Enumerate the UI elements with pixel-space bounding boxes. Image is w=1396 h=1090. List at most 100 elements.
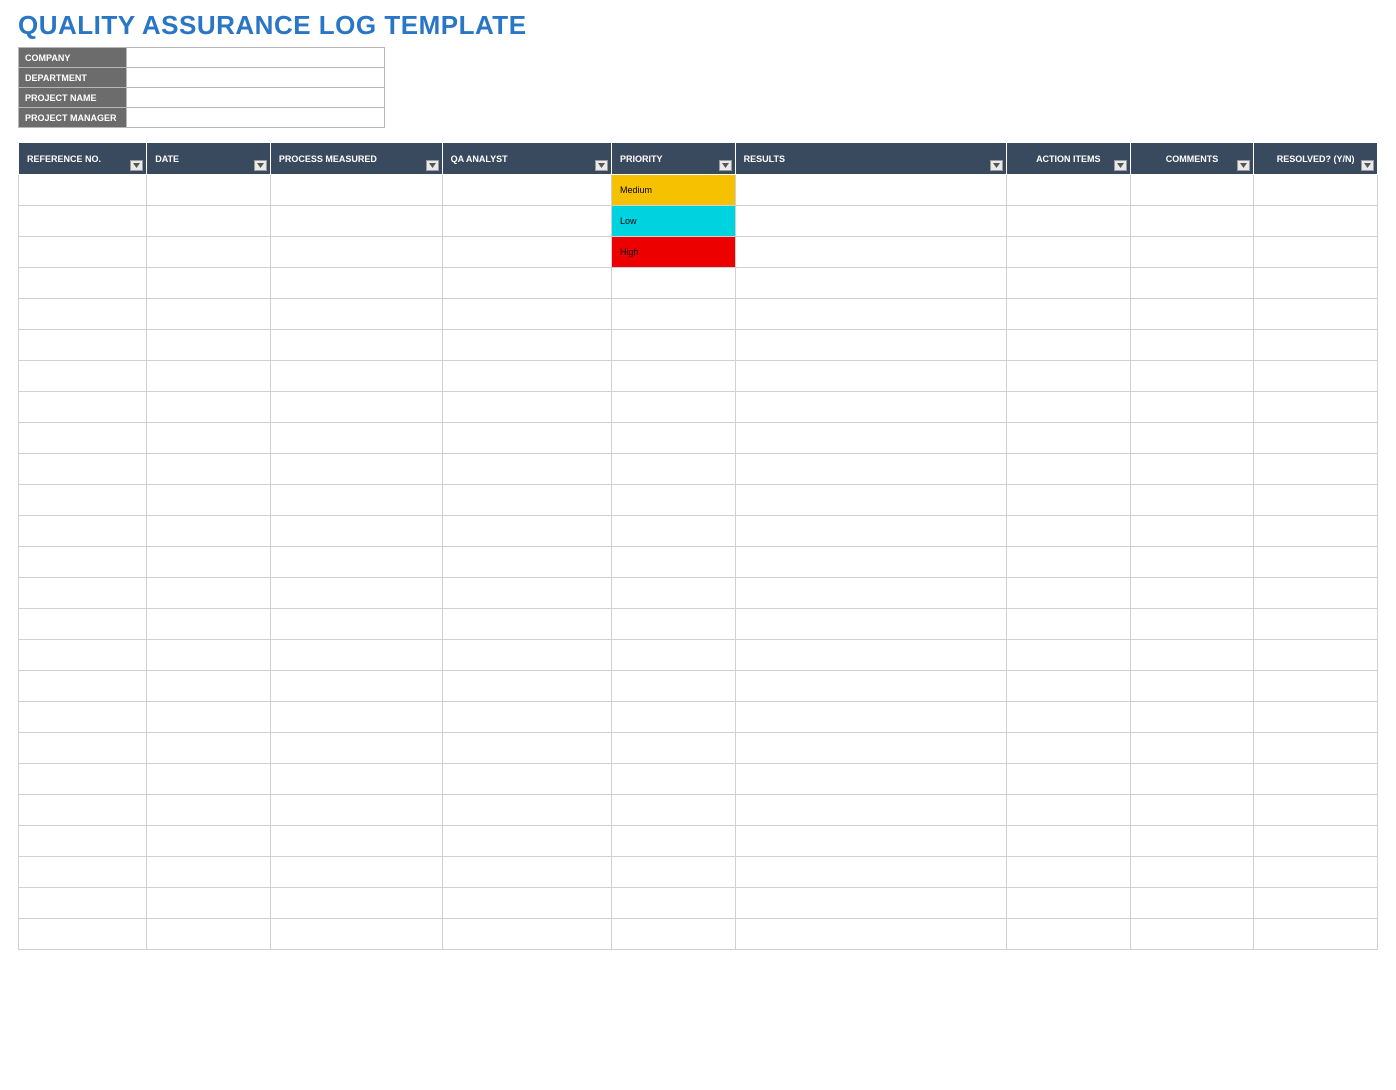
cell-reference_no[interactable] xyxy=(19,268,147,299)
cell-process_measured[interactable] xyxy=(270,640,442,671)
cell-priority[interactable] xyxy=(612,330,736,361)
cell-action_items[interactable] xyxy=(1007,299,1131,330)
cell-qa_analyst[interactable] xyxy=(442,485,611,516)
cell-action_items[interactable] xyxy=(1007,671,1131,702)
cell-qa_analyst[interactable] xyxy=(442,919,611,950)
cell-reference_no[interactable] xyxy=(19,206,147,237)
cell-comments[interactable] xyxy=(1130,578,1254,609)
cell-process_measured[interactable] xyxy=(270,671,442,702)
meta-value[interactable] xyxy=(127,68,385,88)
meta-value[interactable] xyxy=(127,48,385,68)
filter-dropdown-icon[interactable] xyxy=(719,160,732,171)
cell-action_items[interactable] xyxy=(1007,826,1131,857)
meta-value[interactable] xyxy=(127,88,385,108)
cell-date[interactable] xyxy=(147,671,271,702)
cell-priority[interactable] xyxy=(612,516,736,547)
cell-reference_no[interactable] xyxy=(19,175,147,206)
cell-date[interactable] xyxy=(147,640,271,671)
cell-reference_no[interactable] xyxy=(19,392,147,423)
cell-comments[interactable] xyxy=(1130,702,1254,733)
cell-resolved[interactable] xyxy=(1254,485,1378,516)
cell-reference_no[interactable] xyxy=(19,733,147,764)
cell-process_measured[interactable] xyxy=(270,454,442,485)
cell-reference_no[interactable] xyxy=(19,578,147,609)
cell-date[interactable] xyxy=(147,733,271,764)
cell-qa_analyst[interactable] xyxy=(442,330,611,361)
cell-results[interactable] xyxy=(735,237,1006,268)
cell-date[interactable] xyxy=(147,888,271,919)
cell-reference_no[interactable] xyxy=(19,795,147,826)
cell-results[interactable] xyxy=(735,454,1006,485)
cell-action_items[interactable] xyxy=(1007,361,1131,392)
cell-qa_analyst[interactable] xyxy=(442,237,611,268)
cell-date[interactable] xyxy=(147,392,271,423)
cell-resolved[interactable] xyxy=(1254,547,1378,578)
cell-process_measured[interactable] xyxy=(270,423,442,454)
cell-action_items[interactable] xyxy=(1007,578,1131,609)
cell-resolved[interactable] xyxy=(1254,795,1378,826)
cell-priority[interactable] xyxy=(612,454,736,485)
cell-comments[interactable] xyxy=(1130,299,1254,330)
cell-comments[interactable] xyxy=(1130,795,1254,826)
cell-resolved[interactable] xyxy=(1254,423,1378,454)
cell-process_measured[interactable] xyxy=(270,392,442,423)
cell-qa_analyst[interactable] xyxy=(442,578,611,609)
cell-qa_analyst[interactable] xyxy=(442,361,611,392)
cell-resolved[interactable] xyxy=(1254,361,1378,392)
column-header[interactable]: DATE xyxy=(147,143,271,175)
cell-results[interactable] xyxy=(735,485,1006,516)
cell-process_measured[interactable] xyxy=(270,578,442,609)
cell-results[interactable] xyxy=(735,826,1006,857)
cell-priority[interactable] xyxy=(612,423,736,454)
cell-action_items[interactable] xyxy=(1007,392,1131,423)
cell-action_items[interactable] xyxy=(1007,857,1131,888)
cell-comments[interactable] xyxy=(1130,206,1254,237)
cell-reference_no[interactable] xyxy=(19,547,147,578)
cell-process_measured[interactable] xyxy=(270,733,442,764)
cell-date[interactable] xyxy=(147,330,271,361)
cell-results[interactable] xyxy=(735,423,1006,454)
cell-results[interactable] xyxy=(735,795,1006,826)
cell-resolved[interactable] xyxy=(1254,392,1378,423)
cell-date[interactable] xyxy=(147,423,271,454)
cell-comments[interactable] xyxy=(1130,516,1254,547)
column-header[interactable]: RESOLVED? (Y/N) xyxy=(1254,143,1378,175)
cell-comments[interactable] xyxy=(1130,857,1254,888)
cell-qa_analyst[interactable] xyxy=(442,454,611,485)
cell-resolved[interactable] xyxy=(1254,826,1378,857)
cell-comments[interactable] xyxy=(1130,175,1254,206)
cell-qa_analyst[interactable] xyxy=(442,857,611,888)
cell-reference_no[interactable] xyxy=(19,702,147,733)
cell-priority[interactable] xyxy=(612,795,736,826)
cell-results[interactable] xyxy=(735,361,1006,392)
cell-reference_no[interactable] xyxy=(19,361,147,392)
cell-action_items[interactable] xyxy=(1007,237,1131,268)
cell-comments[interactable] xyxy=(1130,361,1254,392)
cell-priority[interactable]: Medium xyxy=(612,175,736,206)
cell-results[interactable] xyxy=(735,857,1006,888)
cell-results[interactable] xyxy=(735,578,1006,609)
cell-results[interactable] xyxy=(735,175,1006,206)
cell-reference_no[interactable] xyxy=(19,826,147,857)
cell-date[interactable] xyxy=(147,764,271,795)
cell-resolved[interactable] xyxy=(1254,919,1378,950)
cell-priority[interactable] xyxy=(612,268,736,299)
cell-qa_analyst[interactable] xyxy=(442,268,611,299)
cell-results[interactable] xyxy=(735,268,1006,299)
cell-qa_analyst[interactable] xyxy=(442,795,611,826)
cell-reference_no[interactable] xyxy=(19,237,147,268)
cell-comments[interactable] xyxy=(1130,485,1254,516)
cell-action_items[interactable] xyxy=(1007,485,1131,516)
cell-resolved[interactable] xyxy=(1254,578,1378,609)
column-header[interactable]: PRIORITY xyxy=(612,143,736,175)
cell-comments[interactable] xyxy=(1130,919,1254,950)
cell-resolved[interactable] xyxy=(1254,671,1378,702)
cell-results[interactable] xyxy=(735,919,1006,950)
cell-date[interactable] xyxy=(147,826,271,857)
cell-reference_no[interactable] xyxy=(19,857,147,888)
cell-date[interactable] xyxy=(147,547,271,578)
cell-resolved[interactable] xyxy=(1254,299,1378,330)
cell-priority[interactable]: Low xyxy=(612,206,736,237)
cell-date[interactable] xyxy=(147,485,271,516)
cell-results[interactable] xyxy=(735,888,1006,919)
